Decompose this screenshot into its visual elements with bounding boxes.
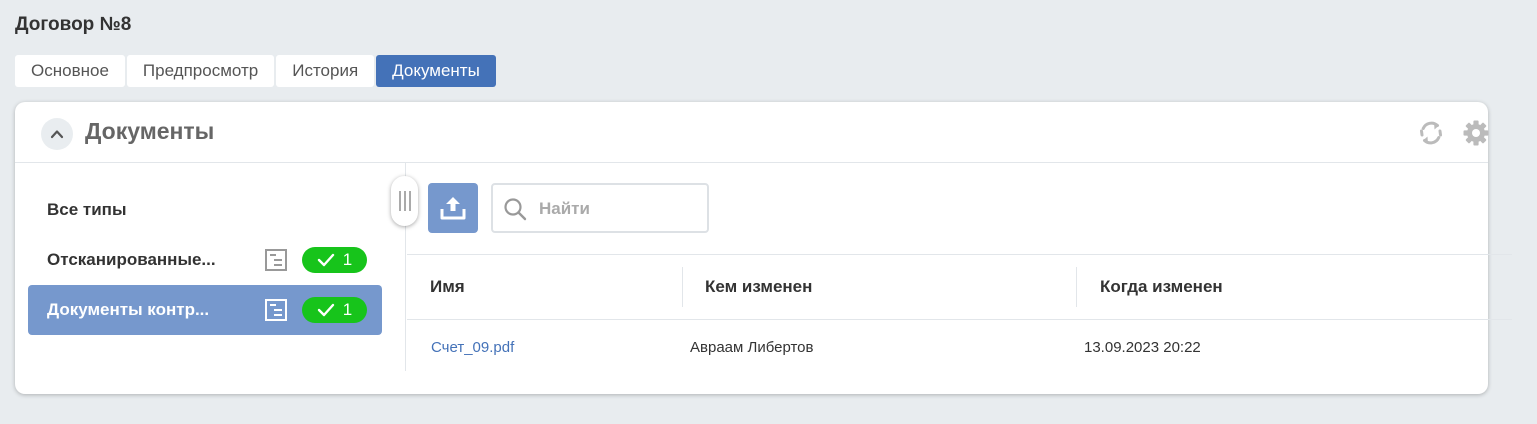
type-item-all[interactable]: Все типы	[28, 185, 382, 235]
type-item-control-documents[interactable]: Документы контр... 1	[28, 285, 382, 335]
panel-title: Документы	[85, 118, 215, 144]
status-badge: 1	[302, 247, 367, 273]
table-header: Имя Кем изменен Когда изменен	[407, 254, 1512, 320]
splitter-handle[interactable]	[391, 176, 418, 226]
documents-panel: Документы Все типы Отсканированные... 1 …	[15, 102, 1512, 394]
document-types-list: Все типы Отсканированные... 1 Документы …	[15, 163, 405, 373]
check-icon	[317, 253, 334, 267]
badge-count: 1	[342, 250, 353, 269]
column-separator[interactable]	[682, 267, 683, 307]
gear-icon[interactable]	[1462, 119, 1490, 147]
collapse-button[interactable]	[41, 118, 73, 150]
modified-by-cell: Авраам Либертов	[690, 339, 814, 356]
tab-main[interactable]: Основное	[15, 55, 125, 87]
page-title: Договор №8	[15, 14, 132, 35]
search-input[interactable]	[537, 193, 701, 225]
badge-count: 1	[342, 300, 353, 319]
column-header-modified-at[interactable]: Когда изменен	[1100, 255, 1223, 319]
tab-bar: Основное Предпросмотр История Документы	[15, 55, 496, 87]
documents-table: Имя Кем изменен Когда изменен Счет_09.pd…	[407, 254, 1512, 376]
tab-documents[interactable]: Документы	[376, 55, 496, 87]
document-list-icon[interactable]	[264, 298, 288, 322]
status-badge: 1	[302, 297, 367, 323]
type-item-label: Документы контр...	[47, 300, 210, 319]
modified-at-cell: 13.09.2023 20:22	[1084, 339, 1201, 356]
column-header-name[interactable]: Имя	[430, 255, 465, 319]
search-box[interactable]	[491, 183, 709, 233]
tab-preview[interactable]: Предпросмотр	[126, 55, 275, 87]
tab-history[interactable]: История	[276, 55, 375, 87]
upload-icon	[440, 197, 466, 220]
refresh-icon[interactable]	[1417, 119, 1445, 147]
document-list-icon[interactable]	[264, 248, 288, 272]
chevron-up-icon	[50, 130, 64, 139]
column-separator[interactable]	[1076, 267, 1077, 307]
column-header-modified-by[interactable]: Кем изменен	[705, 255, 812, 319]
upload-button[interactable]	[428, 183, 478, 233]
type-item-label: Отсканированные...	[47, 250, 216, 269]
search-icon	[504, 198, 527, 221]
table-row[interactable]: Счет_09.pdf Авраам Либертов 13.09.2023 2…	[407, 320, 1512, 376]
check-icon	[317, 303, 334, 317]
panel-header: Документы	[15, 102, 1490, 163]
file-name-link[interactable]: Счет_09.pdf	[431, 320, 514, 376]
type-item-scanned[interactable]: Отсканированные... 1	[28, 235, 382, 285]
type-item-label: Все типы	[47, 200, 127, 219]
